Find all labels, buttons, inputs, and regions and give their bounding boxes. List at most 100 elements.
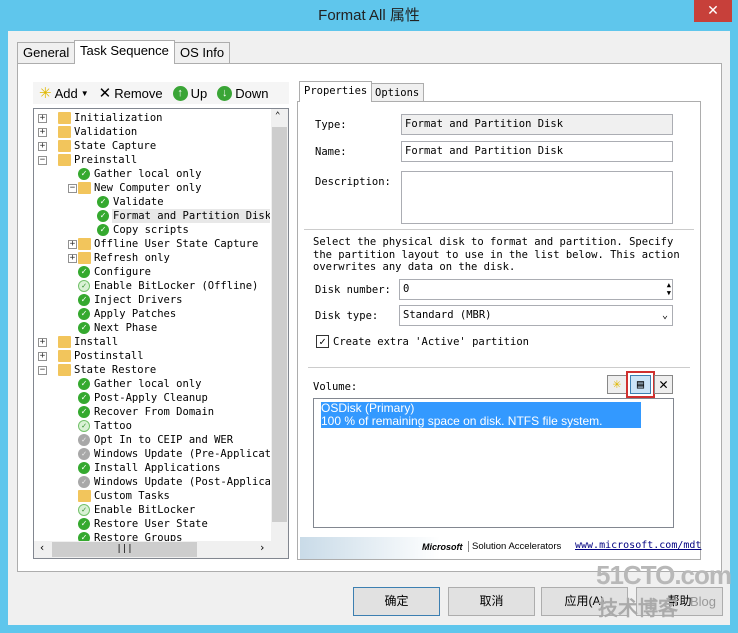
disk-type-select[interactable]: Standard (MBR) ⌄ (399, 305, 673, 326)
disabled-check-icon: ✓ (78, 420, 90, 432)
tree-item[interactable]: ✓ Enable BitLocker (Offline) (34, 279, 270, 293)
tree-item[interactable]: + Refresh only (34, 251, 270, 265)
tree-item[interactable]: + Install (34, 335, 270, 349)
tree-item-label: State Capture (74, 140, 157, 152)
add-button[interactable]: ✳ Add ▼ (39, 84, 89, 102)
scroll-thumb[interactable] (272, 127, 287, 522)
vertical-scrollbar[interactable]: ⌃ (271, 109, 288, 541)
expand-icon[interactable]: + (38, 338, 47, 347)
cancel-button[interactable]: 取消 (448, 587, 535, 616)
tree-item-label: Copy scripts (113, 224, 189, 236)
new-volume-button[interactable]: ✳ (607, 375, 627, 394)
tree-item[interactable]: ✓ Configure (34, 265, 270, 279)
scroll-up-icon[interactable]: ⌃ (275, 111, 280, 121)
chevron-down-icon: ⌄ (661, 310, 668, 321)
check-icon: ✓ (78, 294, 90, 306)
tree-item[interactable]: + Offline User State Capture (34, 237, 270, 251)
tree-item[interactable]: − State Restore (34, 363, 270, 377)
volume-item[interactable]: OSDisk (Primary) 100 % of remaining space… (321, 402, 641, 428)
tab-task-sequence[interactable]: Task Sequence (74, 40, 175, 64)
tree-item[interactable]: ✓ Windows Update (Pre-Applicatio (34, 447, 270, 461)
volume-list[interactable]: OSDisk (Primary) 100 % of remaining space… (313, 398, 674, 528)
x-icon: ✕ (658, 375, 669, 393)
tree-item[interactable]: ✓ Gather local only (34, 167, 270, 181)
tree-item[interactable]: ✓ Opt In to CEIP and WER (34, 433, 270, 447)
tree-item-label: Apply Patches (94, 308, 177, 320)
tree-item-label: Offline User State Capture (94, 238, 259, 250)
star-icon: ✳ (39, 85, 52, 102)
arrow-down-icon: ↓ (217, 85, 233, 101)
brand-subtitle: Solution Accelerators (468, 541, 561, 552)
folder-icon (58, 140, 71, 152)
tree-item[interactable]: ✓ Enable BitLocker (34, 503, 270, 517)
close-button[interactable]: ✕ (694, 0, 732, 22)
tree-item[interactable]: ✓ Recover From Domain (34, 405, 270, 419)
type-field: Format and Partition Disk (401, 114, 673, 135)
task-sequence-tree[interactable]: + Initialization + Validation + State Capture… (33, 108, 289, 559)
scroll-right-icon[interactable]: › (259, 542, 265, 554)
tree-item-label: Preinstall (74, 154, 138, 166)
tab-os-info[interactable]: OS Info (174, 42, 231, 63)
ok-button[interactable]: 确定 (353, 587, 440, 616)
active-partition-checkbox[interactable]: ✓ (316, 335, 329, 348)
tree-item[interactable]: + Postinstall (34, 349, 270, 363)
delete-volume-button[interactable]: ✕ (654, 375, 673, 394)
expand-icon[interactable]: + (68, 240, 77, 249)
collapse-icon[interactable]: − (38, 366, 47, 375)
tree-item-label: Tattoo (94, 420, 132, 432)
tree-item[interactable]: + State Capture (34, 139, 270, 153)
tree-item[interactable]: ✓ Copy scripts (34, 223, 270, 237)
down-button[interactable]: ↓ Down (217, 85, 269, 101)
horizontal-scrollbar[interactable]: ‹ ||| › (34, 541, 288, 558)
microsoft-logo: Microsoft (422, 542, 463, 552)
tree-item-label: Validate (113, 196, 164, 208)
tab-options[interactable]: Options (370, 83, 425, 102)
expand-icon[interactable]: + (38, 142, 47, 151)
tree-item-label: Configure (94, 266, 151, 278)
tree-item-label: Refresh only (94, 252, 170, 264)
scroll-left-icon[interactable]: ‹ (39, 542, 45, 554)
tab-properties[interactable]: Properties (299, 81, 373, 102)
tree-item[interactable]: − Preinstall (34, 153, 270, 167)
remove-button[interactable]: ✕ Remove (99, 84, 163, 102)
tree-item[interactable]: ✓ Validate (34, 195, 270, 209)
folder-icon (78, 238, 91, 250)
up-button[interactable]: ↑ Up (172, 85, 207, 101)
tree-item[interactable]: Custom Tasks (34, 489, 270, 503)
collapse-icon[interactable]: − (38, 156, 47, 165)
tree-item[interactable]: ✓ Format and Partition Disk (34, 209, 270, 223)
expand-icon[interactable]: + (38, 128, 47, 137)
collapse-icon[interactable]: − (68, 184, 77, 193)
tree-item[interactable]: − New Computer only (34, 181, 270, 195)
tree-item[interactable]: + Initialization (34, 111, 270, 125)
check-icon: ✓ (78, 462, 90, 474)
gray-check-icon: ✓ (78, 448, 90, 460)
tab-general[interactable]: General (17, 42, 76, 63)
folder-icon (78, 182, 91, 194)
disk-number-spinner[interactable]: 0 ▲ ▼ (399, 279, 673, 300)
tree-item[interactable]: ✓ Tattoo (34, 419, 270, 433)
footer-banner: Microsoft Solution Accelerators www.micr… (300, 537, 701, 559)
tree-item[interactable]: ✓ Install Applications (34, 461, 270, 475)
expand-icon[interactable]: + (68, 254, 77, 263)
expand-icon[interactable]: + (38, 352, 47, 361)
edit-volume-button[interactable]: ▤ (630, 375, 651, 394)
tree-item[interactable]: ✓ Next Phase (34, 321, 270, 335)
spinner-arrows-icon[interactable]: ▲ ▼ (667, 281, 671, 297)
folder-icon (78, 252, 91, 264)
tree-item[interactable]: ✓ Apply Patches (34, 307, 270, 321)
expand-icon[interactable]: + (38, 114, 47, 123)
tree-item[interactable]: + Validation (34, 125, 270, 139)
name-input[interactable]: Format and Partition Disk (401, 141, 673, 162)
tree-item[interactable]: ✓ Windows Update (Post-Applicati (34, 475, 270, 489)
tree-item[interactable]: ✓ Gather local only (34, 377, 270, 391)
check-icon: ✓ (78, 168, 90, 180)
mdt-link[interactable]: www.microsoft.com/mdt (575, 540, 701, 551)
tree-item-label: Postinstall (74, 350, 144, 362)
tree-item[interactable]: ✓ Inject Drivers (34, 293, 270, 307)
tree-item[interactable]: ✓ Restore User State (34, 517, 270, 531)
description-input[interactable] (401, 171, 673, 224)
task-toolbar: ✳ Add ▼ ✕ Remove ↑ Up ↓ Down (33, 82, 289, 104)
tree-item[interactable]: ✓ Post-Apply Cleanup (34, 391, 270, 405)
scroll-thumb-horizontal[interactable]: ||| (52, 542, 197, 557)
